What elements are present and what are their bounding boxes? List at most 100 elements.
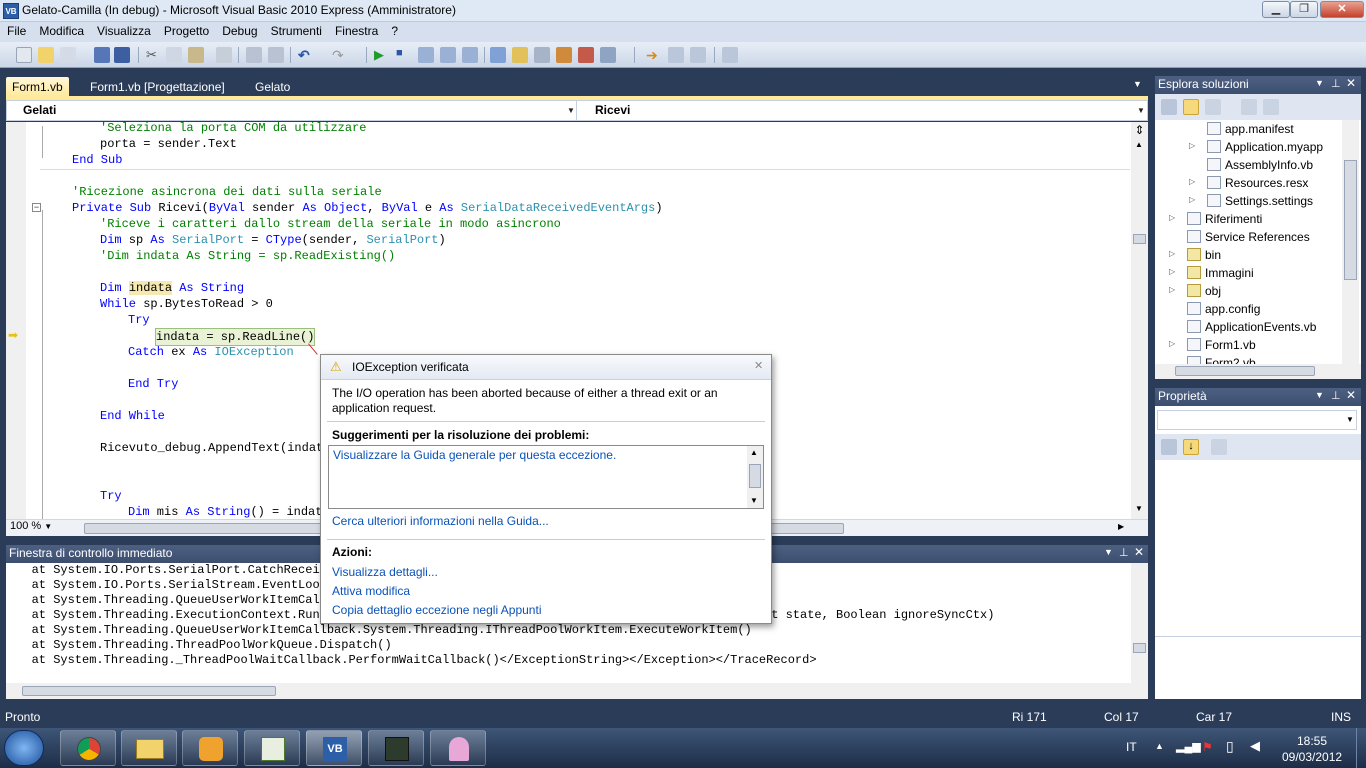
stop-debug-icon[interactable]: ■ (396, 47, 412, 63)
tree-item[interactable]: AssemblyInfo.vb (1207, 158, 1313, 172)
explorer-taskbar-icon[interactable] (121, 730, 177, 766)
tab-form1-vb[interactable]: Form1.vb (6, 77, 69, 97)
menu-help[interactable]: ? (384, 22, 404, 42)
tree-item[interactable]: ▷ Settings.settings (1189, 194, 1313, 208)
next-statement-icon[interactable]: ➔ (646, 47, 662, 63)
window-position-icon[interactable]: ▼ (1104, 547, 1113, 557)
menu-visualizza[interactable]: Visualizza (90, 22, 157, 42)
terminal-taskbar-icon[interactable] (368, 730, 424, 766)
view-details-link[interactable]: Visualizza dettagli... (332, 565, 438, 579)
vb-app-icon[interactable]: VB (3, 3, 19, 19)
tree-item[interactable]: ApplicationEvents.vb (1187, 320, 1316, 334)
scroll-down-icon[interactable]: ▼ (1135, 504, 1143, 513)
more-help-link[interactable]: Cerca ulteriori informazioni nella Guida… (332, 514, 549, 528)
immediate-hscroll[interactable] (6, 683, 1148, 699)
menu-strumenti[interactable]: Strumenti (264, 22, 328, 42)
show-threads-icon[interactable] (690, 47, 706, 63)
close-popup-icon[interactable]: ✕ (754, 359, 763, 372)
step-into-icon[interactable] (418, 47, 434, 63)
chrome-taskbar-icon[interactable] (60, 730, 116, 766)
menu-finestra[interactable]: Finestra (328, 22, 384, 42)
language-indicator[interactable]: IT (1126, 740, 1137, 754)
save-icon[interactable] (94, 47, 110, 63)
property-pages-icon[interactable] (1211, 439, 1227, 455)
volume-icon[interactable]: ◀ (1250, 738, 1260, 754)
solution-vscroll[interactable] (1342, 120, 1359, 364)
tree-item[interactable]: ▷ Immagini (1169, 266, 1254, 280)
collapse-region-icon[interactable]: − (32, 203, 41, 212)
method-combo[interactable]: Ricevi ▼ (579, 101, 1147, 120)
refresh-icon[interactable] (1205, 99, 1221, 115)
tips-scrollbar[interactable]: ▲ ▼ (747, 446, 763, 508)
tab-gelato[interactable]: Gelato (249, 77, 296, 97)
continue-icon[interactable]: ▶ (374, 47, 390, 63)
media-player-taskbar-icon[interactable] (182, 730, 238, 766)
step-out-icon[interactable] (462, 47, 478, 63)
window-position-icon[interactable]: ▼ (1315, 78, 1324, 88)
uncomment-icon[interactable] (268, 47, 284, 63)
view-code-icon[interactable] (1241, 99, 1257, 115)
categorized-icon[interactable] (1161, 439, 1177, 455)
tip-link[interactable]: Visualizzare la Guida generale per quest… (333, 448, 616, 462)
menu-modifica[interactable]: Modifica (32, 22, 90, 42)
immediate-window-icon[interactable] (600, 47, 616, 63)
find-icon[interactable] (216, 47, 232, 63)
paste-icon[interactable] (188, 47, 204, 63)
undo-icon[interactable]: ↶ (298, 47, 314, 63)
battery-icon[interactable]: ▯ (1226, 738, 1234, 755)
menu-file[interactable]: File (0, 22, 32, 42)
clock-time[interactable]: 18:55 (1297, 734, 1327, 748)
tab-dropdown-icon[interactable]: ▼ (1133, 79, 1142, 89)
comment-icon[interactable] (246, 47, 262, 63)
object-selector[interactable]: ▼ (1157, 410, 1357, 430)
tree-item[interactable]: ▷ Form1.vb (1169, 338, 1256, 352)
copy-icon[interactable] (166, 47, 182, 63)
immediate-vscroll[interactable] (1131, 563, 1148, 683)
save-all-icon[interactable] (114, 47, 130, 63)
alphabetical-icon[interactable]: ↓ (1183, 439, 1199, 455)
start-button-icon[interactable] (4, 730, 44, 766)
new-project-icon[interactable] (16, 47, 32, 63)
show-all-files-icon[interactable] (1183, 99, 1199, 115)
editor-vertical-scrollbar[interactable]: ⇕ ▲ ▼ (1131, 122, 1148, 519)
close-button[interactable]: ✕ (1320, 1, 1364, 18)
cut-icon[interactable]: ✂ (146, 47, 162, 63)
action-center-icon[interactable]: ⚑ (1202, 740, 1213, 754)
tree-item[interactable]: ▷ Application.myapp (1189, 140, 1323, 154)
pin-icon[interactable]: ⊥ (1331, 77, 1341, 90)
window-position-icon[interactable]: ▼ (1315, 390, 1324, 400)
properties-icon[interactable] (512, 47, 528, 63)
scroll-up-icon[interactable]: ▲ (1135, 140, 1143, 149)
maximize-button[interactable]: ❐ (1290, 1, 1318, 18)
tree-item[interactable]: app.manifest (1207, 122, 1294, 136)
tree-item[interactable]: ▷ obj (1169, 284, 1221, 298)
solution-hscroll[interactable] (1155, 364, 1361, 379)
clock-date[interactable]: 09/03/2012 (1282, 750, 1342, 764)
menu-progetto[interactable]: Progetto (157, 22, 215, 42)
class-combo[interactable]: Gelati ▼ (7, 101, 577, 120)
redo-icon[interactable]: ↷ (332, 47, 348, 63)
enable-editing-link[interactable]: Attiva modifica (332, 584, 410, 598)
zoom-combo[interactable]: 100 % ▼ (10, 520, 52, 532)
gelato-app-taskbar-icon[interactable] (430, 730, 486, 766)
tree-item[interactable]: Form2.vb (1187, 356, 1256, 364)
pin-icon[interactable]: ⊥ (1331, 389, 1341, 402)
tree-item[interactable]: ▷ Resources.resx (1189, 176, 1308, 190)
network-icon[interactable]: ▂▄▆ (1176, 740, 1201, 753)
add-item-icon[interactable] (60, 47, 76, 63)
copy-details-link[interactable]: Copia dettaglio eccezione negli Appunti (332, 603, 541, 617)
properties-view-icon[interactable] (1161, 99, 1177, 115)
chart-app-taskbar-icon[interactable] (244, 730, 300, 766)
scroll-thumb[interactable] (1133, 234, 1146, 244)
object-browser-icon[interactable] (556, 47, 572, 63)
close-pane-icon[interactable]: ✕ (1346, 76, 1356, 90)
tree-item[interactable]: ▷ bin (1169, 248, 1221, 262)
solution-explorer-icon[interactable] (490, 47, 506, 63)
error-list-icon[interactable] (578, 47, 594, 63)
close-pane-icon[interactable]: ✕ (1346, 388, 1356, 402)
hex-display-icon[interactable] (668, 47, 684, 63)
show-hidden-icons[interactable]: ▲ (1155, 741, 1164, 751)
view-designer-icon[interactable] (1263, 99, 1279, 115)
split-handle-icon[interactable]: ⇕ (1133, 124, 1146, 136)
show-desktop-button[interactable] (1356, 728, 1366, 768)
